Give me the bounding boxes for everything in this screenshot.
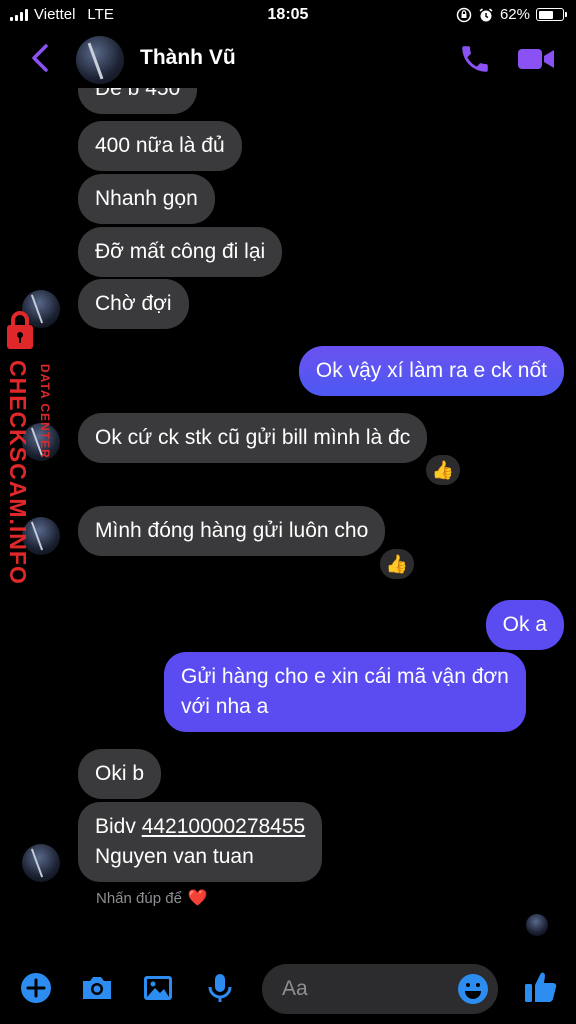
status-bar: Viettel LTE 18:05 62%	[0, 0, 576, 30]
watermark-sub-text: DATA CENTER	[38, 364, 52, 459]
back-chevron-icon[interactable]	[28, 40, 52, 76]
microphone-icon[interactable]	[202, 970, 238, 1006]
message-input-container[interactable]	[262, 964, 498, 1014]
phone-call-icon[interactable]	[458, 42, 492, 76]
message-bubble-outgoing[interactable]: Ok vậy xí làm ra e ck nốt	[298, 346, 564, 396]
conversation-header: Thành Vũ	[0, 30, 576, 88]
camera-icon[interactable]	[79, 970, 115, 1006]
double-tap-hint-text: Nhấn đúp để	[96, 889, 182, 907]
watermark: CHECKSCAM.INFO DATA CENTER	[2, 308, 64, 598]
message-composer	[0, 960, 576, 1020]
emoji-icon[interactable]	[456, 972, 490, 1006]
message-line: với nha a	[181, 695, 269, 718]
battery-icon	[536, 8, 567, 21]
message-bubble-outgoing[interactable]: Ok a	[485, 600, 564, 650]
watermark-main-text: CHECKSCAM.INFO	[5, 360, 31, 585]
plus-circle-icon[interactable]	[18, 970, 54, 1006]
message-bubble-incoming[interactable]: Oki b	[78, 749, 162, 799]
message-bubble-incoming[interactable]: Ok cứ ck stk cũ gửi bill mình là đc	[78, 413, 428, 463]
contact-avatar[interactable]	[76, 36, 124, 84]
contact-name[interactable]: Thành Vũ	[140, 46, 236, 70]
reaction-thumbs-up[interactable]: 👍	[424, 453, 462, 487]
thumbs-up-icon[interactable]	[522, 968, 560, 1006]
message-bubble-incoming[interactable]: Chờ đợi	[78, 279, 189, 329]
battery-percentage: 62%	[499, 6, 530, 23]
heart-icon: ❤️	[187, 890, 208, 907]
sender-avatar[interactable]	[22, 844, 60, 882]
orientation-lock-icon	[456, 7, 472, 22]
bank-name: Bidv	[95, 815, 136, 838]
message-bubble-incoming[interactable]: Đỡ mất công đi lại	[78, 227, 283, 277]
seen-receipt-avatar	[526, 914, 548, 936]
message-bubble-incoming[interactable]: Mình đóng hàng gửi luôn cho	[78, 506, 386, 556]
lock-icon	[7, 311, 33, 349]
double-tap-hint: Nhấn đúp để ❤️	[96, 888, 208, 908]
message-input[interactable]	[282, 974, 452, 1004]
reaction-thumbs-up[interactable]: 👍	[378, 547, 416, 581]
message-bubble-incoming[interactable]: Nhanh gọn	[78, 174, 215, 224]
message-bubble-incoming[interactable]: Bidv 44210000278455 Nguyen van tuan	[78, 802, 323, 882]
account-number-link[interactable]: 44210000278455	[142, 815, 306, 838]
message-bubble-outgoing[interactable]: Gửi hàng cho e xin cái mã vận đơn với nh…	[164, 652, 526, 732]
video-call-icon[interactable]	[516, 42, 556, 76]
image-icon[interactable]	[140, 970, 176, 1006]
account-holder-name: Nguyen van tuan	[95, 845, 254, 868]
message-thread[interactable]: Đe b 450 400 nữa là đủ Nhanh gọn Đỡ mất …	[0, 64, 576, 940]
message-line: Gửi hàng cho e xin cái mã vận đơn	[181, 665, 509, 688]
message-bubble-incoming[interactable]: 400 nữa là đủ	[78, 121, 242, 171]
alarm-icon	[479, 7, 493, 21]
